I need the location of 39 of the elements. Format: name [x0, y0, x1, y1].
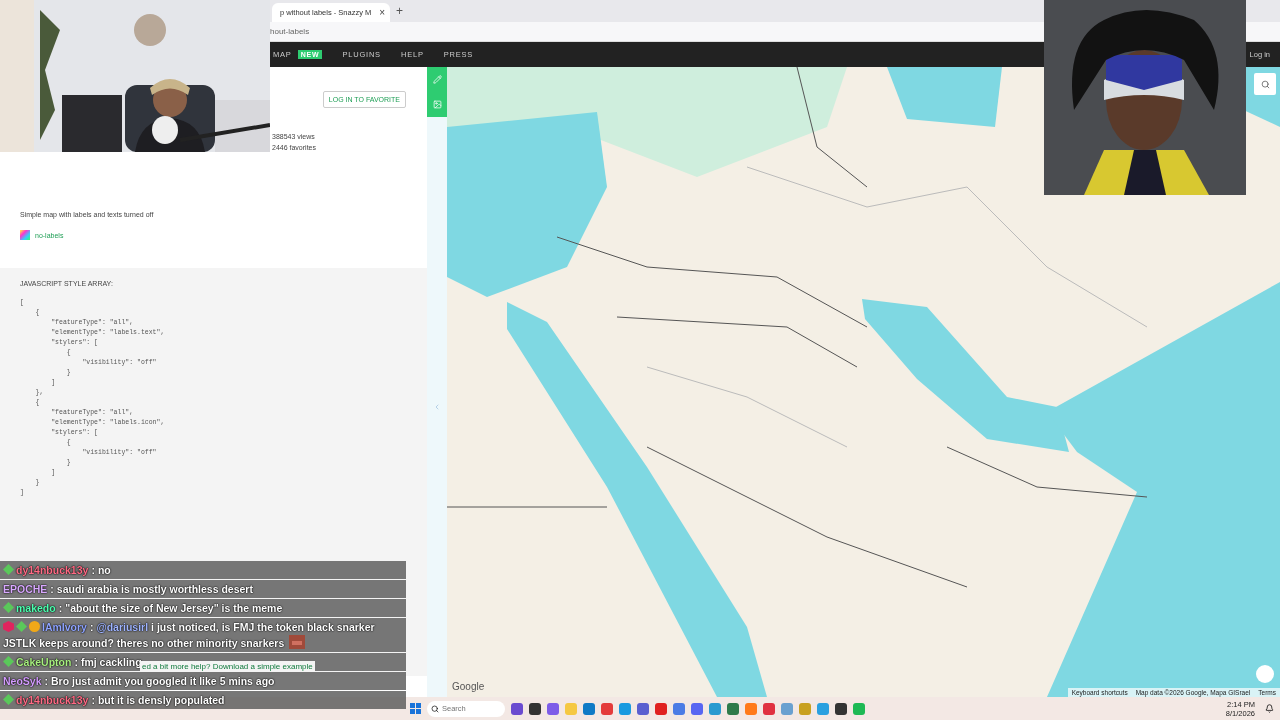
- search-icon: [1260, 79, 1270, 89]
- chat-text: i just noticed, is FMJ the token black snarker: [151, 621, 375, 633]
- cube-badge-icon: [3, 621, 14, 632]
- chat-separator: :: [50, 583, 54, 595]
- chat-text: Bro just admit you googled it like 5 mins ago: [51, 675, 275, 687]
- search-button[interactable]: [1254, 73, 1276, 95]
- diamond-badge-icon: [3, 602, 14, 613]
- chat-text: no: [97, 564, 111, 576]
- google-logo: Google: [452, 681, 485, 692]
- image-icon: [432, 100, 442, 109]
- chat-separator: :: [91, 694, 95, 706]
- chat-separator: :: [89, 621, 94, 633]
- coin-badge-icon: [29, 621, 40, 632]
- close-icon[interactable]: ×: [379, 7, 385, 18]
- chat-text: saudi arabia is mostly worthless desert: [56, 583, 253, 595]
- help-text: ed a bit more help? Download a simple example: [140, 661, 315, 672]
- address-field[interactable]: hout-labels: [270, 27, 310, 36]
- chat-separator: :: [44, 675, 49, 687]
- chat-text: but it is densly populated: [97, 694, 225, 706]
- chat-separator: :: [58, 602, 63, 614]
- search-icon: [431, 704, 439, 713]
- chat-separator: :: [91, 564, 95, 576]
- app-icon[interactable]: [835, 702, 847, 715]
- new-tab-icon[interactable]: +: [396, 4, 403, 18]
- chat-text: "about the size of New Jersey" is the meme: [65, 602, 283, 614]
- app-icon[interactable]: [529, 702, 541, 715]
- diamond-badge-icon: [3, 694, 14, 705]
- pencil-icon: [432, 75, 442, 84]
- diamond-badge-icon: [16, 621, 27, 632]
- diamond-badge-icon: [3, 564, 14, 575]
- tag-icon: [20, 230, 30, 240]
- chat-text: JSTLK keeps around? theres no other minority snarkers: [3, 637, 285, 649]
- bell-icon[interactable]: [1265, 704, 1274, 713]
- diamond-badge-icon: [3, 656, 14, 667]
- chat-username[interactable]: makedo: [16, 602, 56, 614]
- chat-username[interactable]: CakeUpton: [16, 656, 72, 668]
- app-icon[interactable]: [511, 702, 523, 715]
- chat-separator: :: [74, 656, 78, 668]
- windows-icon[interactable]: [410, 703, 421, 714]
